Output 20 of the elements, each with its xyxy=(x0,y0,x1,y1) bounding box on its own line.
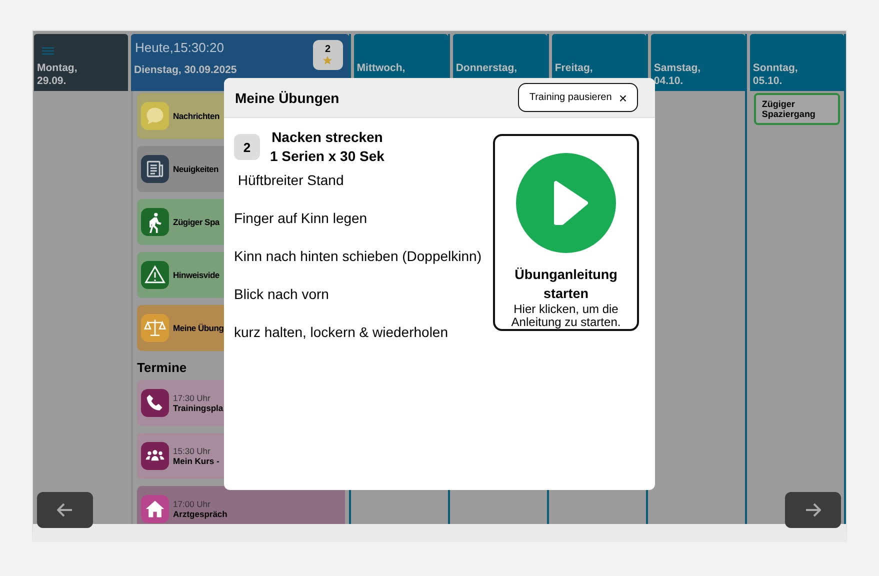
start-hint: Hier klicken, um die Anleitung zu starten. xyxy=(510,303,622,329)
exercise-title: Nacken strecken xyxy=(272,128,383,147)
day-date: Freitag, xyxy=(554,62,594,75)
section-heading: Termine xyxy=(137,360,188,375)
instruction-step: Blick nach vorn xyxy=(234,286,482,302)
instruction-step: Hüftbreiter Stand xyxy=(234,172,482,188)
instruction-step: Kinn nach hinten schieben (Doppelkinn) xyxy=(234,248,482,264)
start-title: Übunganleitung starten xyxy=(514,266,618,303)
day-date: Sonntag, 05.10. xyxy=(752,62,799,88)
instruction-step: Finger auf Kinn legen xyxy=(234,210,482,226)
exercise-dose: 1 Serien x 30 Sek xyxy=(270,147,384,166)
exercise-number: 2 xyxy=(234,134,260,160)
instruction-step: kurz halten, lockern & wiederholen xyxy=(234,324,482,340)
current-time: Heute,15:30:20 xyxy=(135,40,224,55)
dialog-title: Meine Übungen xyxy=(235,90,340,106)
day-date: Dienstag, 30.09.2025 xyxy=(134,63,238,77)
day-date: Donnerstag, xyxy=(456,62,518,75)
day-date: Montag, 29.09. xyxy=(37,62,78,88)
day-date: Samstag, 04.10. xyxy=(654,62,702,88)
day-date: Mittwoch, xyxy=(356,62,406,75)
